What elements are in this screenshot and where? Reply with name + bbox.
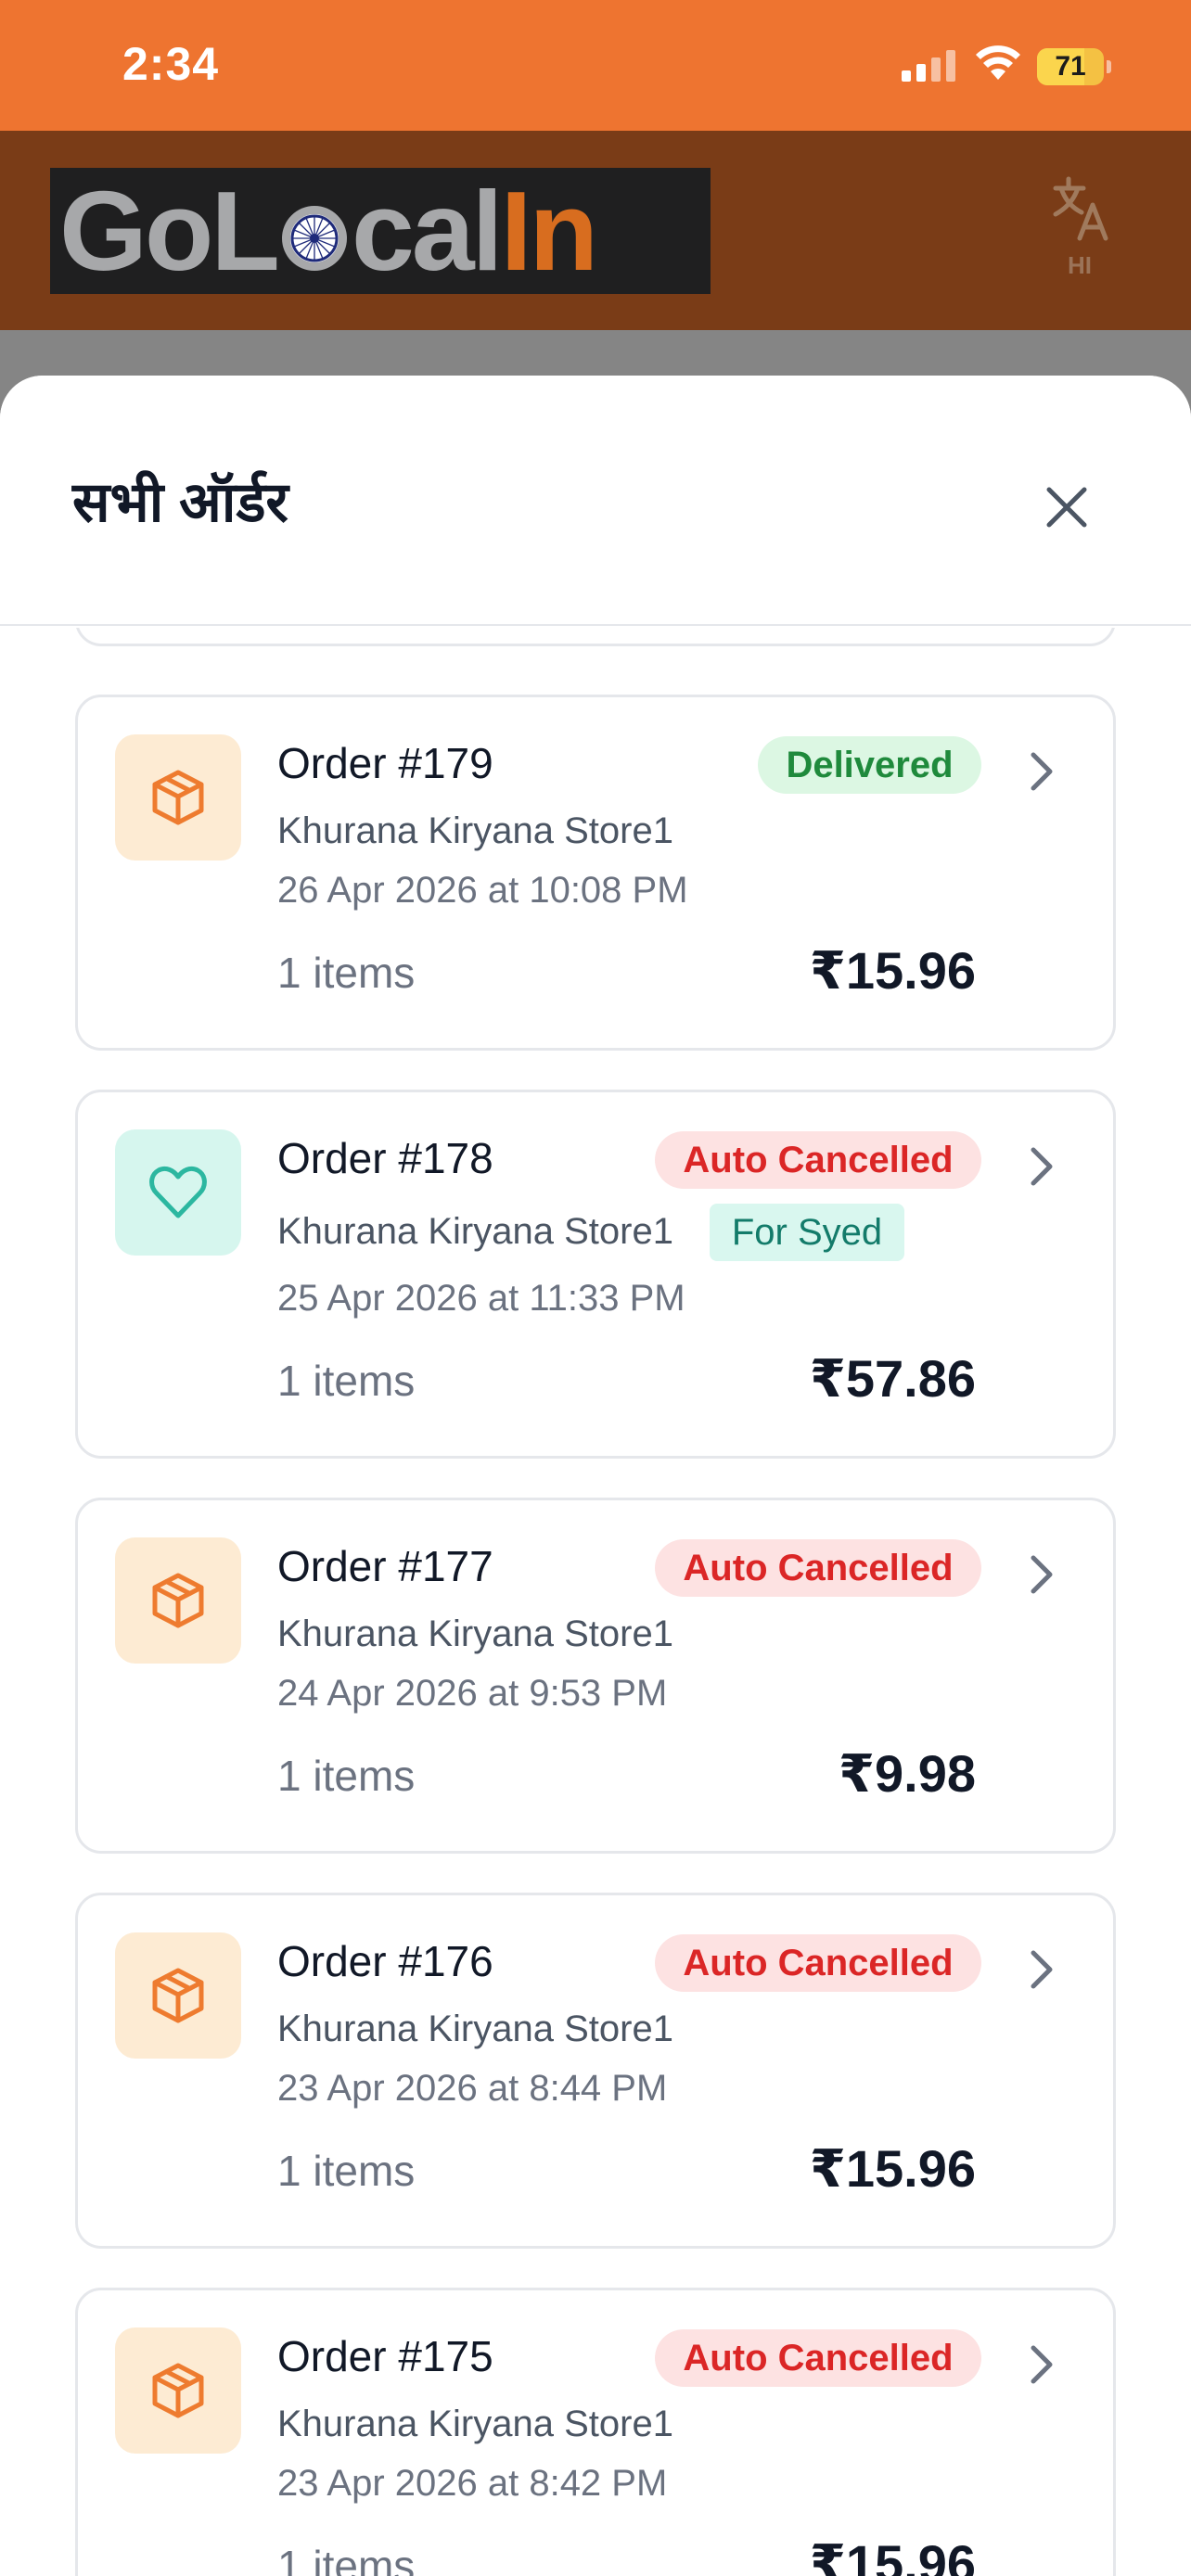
order-date: 26 Apr 2026 at 10:08 PM <box>277 870 688 911</box>
order-total: ₹15.96 <box>809 2139 976 2198</box>
package-icon <box>152 770 204 825</box>
items-count: 1 items <box>277 2147 416 2195</box>
order-number: Order #176 <box>277 1937 493 1985</box>
store-name: Khurana Kiryana Store1 <box>277 2404 673 2444</box>
language-label: HI <box>1068 251 1092 279</box>
package-icon <box>152 2363 204 2418</box>
order-number: Order #177 <box>277 1542 493 1590</box>
order-date: 24 Apr 2026 at 9:53 PM <box>277 1673 668 1714</box>
order-card[interactable]: Order #175 Auto Cancelled Khurana Kiryan… <box>75 2288 1116 2576</box>
order-card[interactable]: Order #177 Auto Cancelled Khurana Kiryan… <box>75 1498 1116 1854</box>
store-name: Khurana Kiryana Store1 <box>277 810 673 851</box>
order-icon-tile <box>115 2327 241 2454</box>
order-total: ₹15.96 <box>809 2534 976 2576</box>
order-icon-tile <box>115 734 241 861</box>
status-badge: Delivered <box>758 736 981 794</box>
order-number: Order #179 <box>277 739 493 787</box>
ashoka-chakra-icon <box>281 206 347 271</box>
battery-indicator: 71 <box>1037 48 1111 85</box>
sheet-header: सभी ऑर्डर <box>0 376 1191 626</box>
language-toggle-button[interactable]: HI <box>1043 175 1117 287</box>
status-bar: 2:34 71 <box>0 0 1191 131</box>
status-time: 2:34 <box>122 38 220 90</box>
store-name: Khurana Kiryana Store1 <box>277 2009 673 2049</box>
golocalin-logo[interactable]: GoL calIn <box>50 168 711 294</box>
all-orders-sheet: सभी ऑर्डर Order #179 Delivered Khurana K… <box>0 376 1191 2576</box>
order-icon-tile <box>115 1129 241 1256</box>
package-icon <box>152 1573 204 1628</box>
order-date: 23 Apr 2026 at 8:44 PM <box>277 2068 668 2109</box>
order-icon-tile <box>115 1537 241 1664</box>
order-card-partial[interactable] <box>75 628 1116 646</box>
close-button[interactable] <box>1030 470 1104 544</box>
logo-text-middle: cal <box>351 168 504 294</box>
items-count: 1 items <box>277 1752 416 1800</box>
translate-icon <box>1053 176 1108 241</box>
status-badge: Auto Cancelled <box>655 1539 981 1597</box>
wifi-icon <box>976 45 1020 80</box>
status-badge: Auto Cancelled <box>655 1934 981 1992</box>
order-card[interactable]: Order #179 Delivered Khurana Kiryana Sto… <box>75 695 1116 1051</box>
order-date: 23 Apr 2026 at 8:42 PM <box>277 2463 668 2504</box>
order-total: ₹9.98 <box>839 1744 976 1803</box>
order-icon-tile <box>115 1932 241 2059</box>
order-number: Order #178 <box>277 1134 493 1182</box>
close-icon <box>1046 487 1087 528</box>
recipient-badge: For Syed <box>710 1204 904 1261</box>
battery-level: 71 <box>1055 51 1086 82</box>
order-number: Order #175 <box>277 2332 493 2380</box>
order-total: ₹15.96 <box>809 941 976 1000</box>
items-count: 1 items <box>277 949 416 997</box>
status-badge: Auto Cancelled <box>655 2329 981 2387</box>
order-card[interactable]: Order #176 Auto Cancelled Khurana Kiryan… <box>75 1893 1116 2249</box>
logo-text-left: GoL <box>59 168 280 294</box>
sheet-title: सभी ऑर्डर <box>72 471 288 533</box>
orders-list[interactable]: Order #179 Delivered Khurana Kiryana Sto… <box>0 628 1191 2576</box>
app-header: GoL calIn HI <box>0 131 1191 330</box>
items-count: 1 items <box>277 1357 416 1405</box>
logo-text-suffix: In <box>500 168 598 294</box>
store-name: Khurana Kiryana Store1 <box>277 1211 673 1252</box>
order-card[interactable]: Order #178 Auto Cancelled Khurana Kiryan… <box>75 1090 1116 1459</box>
store-name: Khurana Kiryana Store1 <box>277 1613 673 1654</box>
status-badge: Auto Cancelled <box>655 1131 981 1189</box>
chevron-right-icon[interactable] <box>1020 2340 1061 2389</box>
chevron-right-icon[interactable] <box>1020 1142 1061 1191</box>
order-date: 25 Apr 2026 at 11:33 PM <box>277 1278 685 1319</box>
heart-icon <box>149 1166 207 1218</box>
chevron-right-icon[interactable] <box>1020 1945 1061 1994</box>
package-icon <box>152 1968 204 2023</box>
chevron-right-icon[interactable] <box>1020 747 1061 796</box>
order-total: ₹57.86 <box>809 1349 976 1408</box>
chevron-right-icon[interactable] <box>1020 1550 1061 1599</box>
items-count: 1 items <box>277 2542 416 2576</box>
cellular-signal-icon <box>902 50 955 82</box>
